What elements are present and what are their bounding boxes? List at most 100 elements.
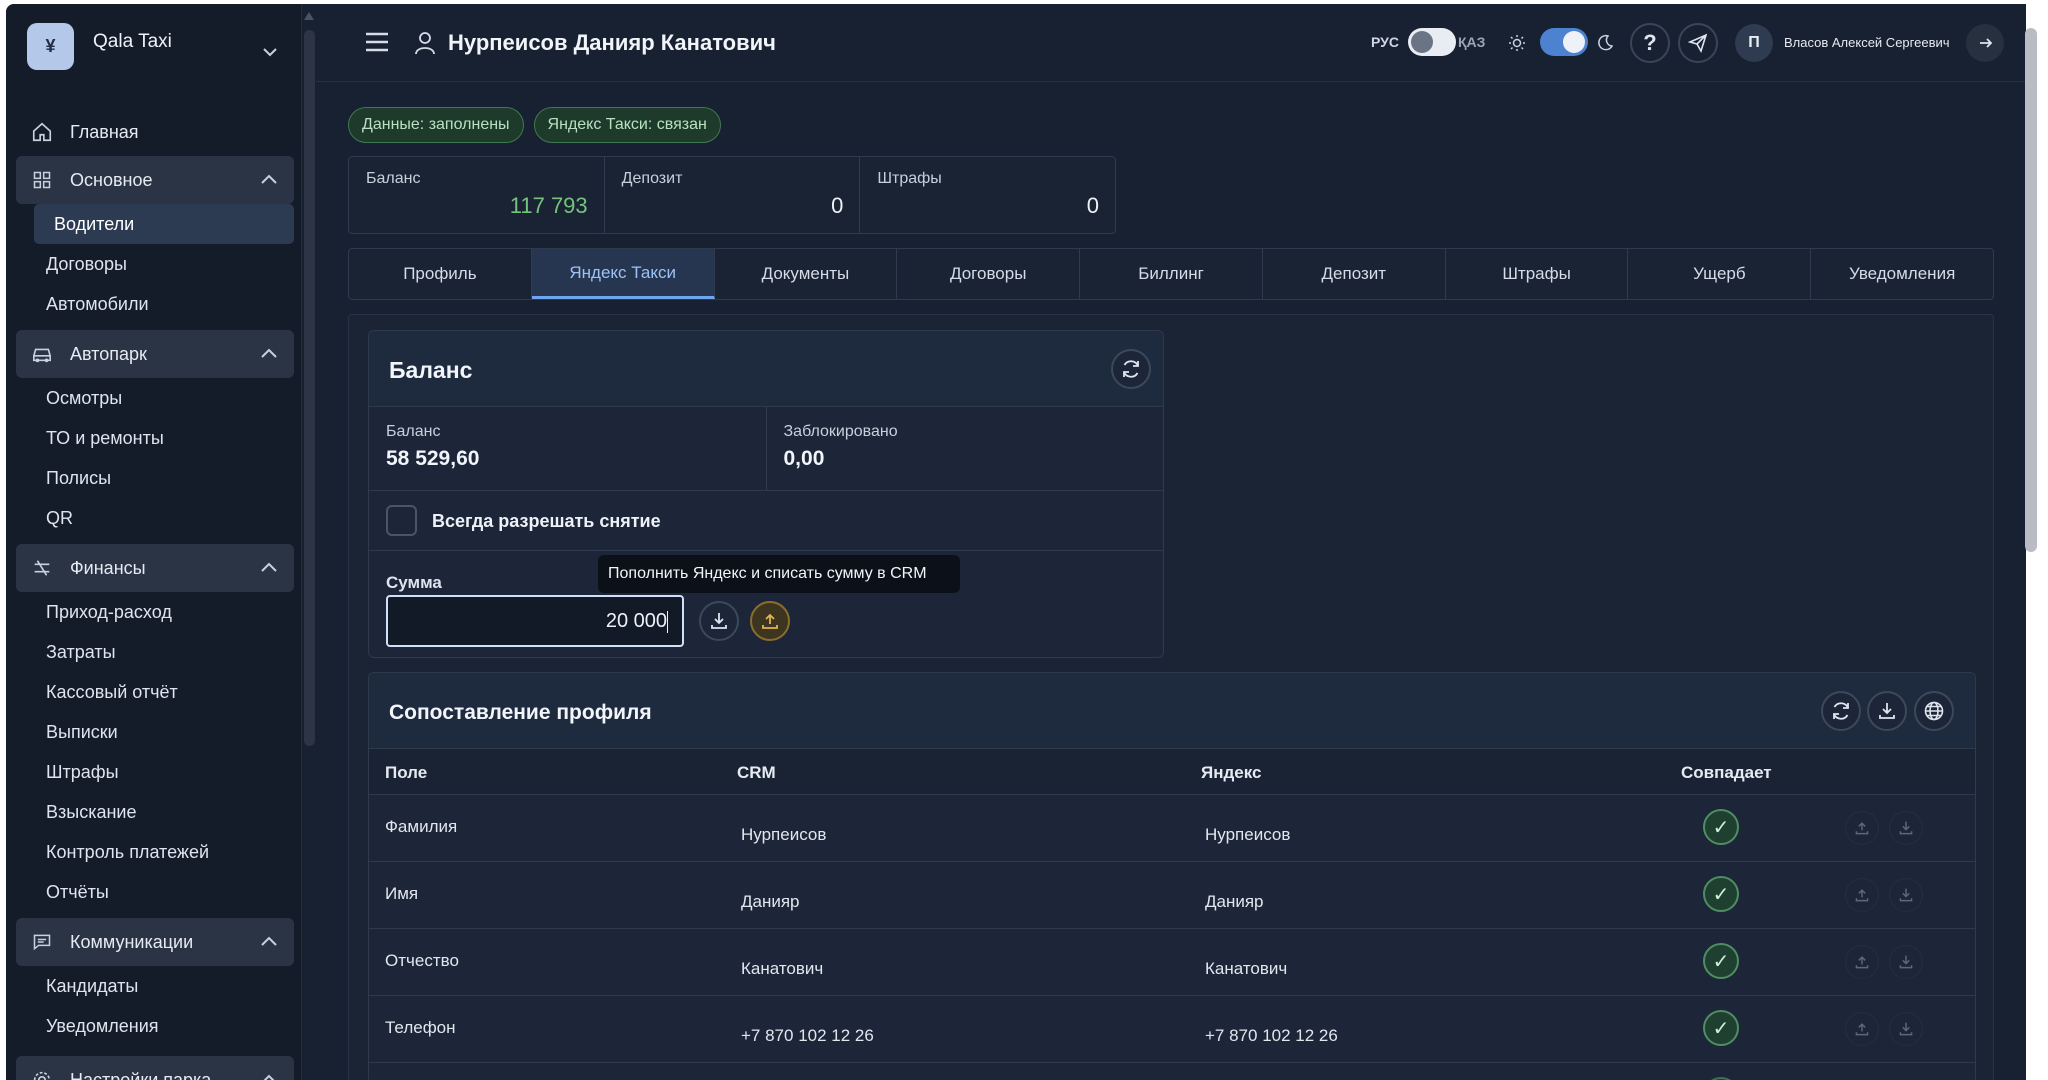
card-title: Баланс — [389, 357, 473, 383]
upload-icon — [762, 613, 778, 629]
sidebar-scrollbar[interactable] — [304, 30, 315, 746]
refresh-balance-button[interactable] — [1111, 349, 1151, 389]
send-icon — [1688, 33, 1708, 53]
sidebar-group-fleet[interactable]: Автопарк — [16, 330, 294, 378]
push-to-yandex-button[interactable] — [1845, 878, 1879, 912]
tab-deposit[interactable]: Депозит — [1263, 249, 1446, 299]
sidebar-group-finance[interactable]: Финансы — [16, 544, 294, 592]
balance-value: 58 529,60 — [386, 447, 480, 470]
cell-yandex: +7 870 102 12 26 — [1205, 1026, 1338, 1045]
sidebar-item-repairs[interactable]: ТО и ремонты — [16, 418, 294, 458]
tab-fines[interactable]: Штрафы — [1446, 249, 1629, 299]
sidebar-item-collection[interactable]: Взыскание — [16, 792, 294, 832]
allow-withdraw-row: Всегда разрешать снятие — [369, 491, 1163, 551]
pull-to-crm-button[interactable] — [1889, 1012, 1923, 1046]
push-to-yandex-button[interactable] — [1845, 945, 1879, 979]
card-header: Сопоставление профиля — [369, 673, 1975, 749]
sum-input-value: 20 000 — [605, 610, 667, 632]
column-header[interactable]: Совпадает — [1681, 763, 1772, 783]
withdraw-to-crm-button[interactable] — [699, 601, 739, 641]
menu-icon[interactable] — [364, 31, 390, 53]
sidebar-item-label: Главная — [70, 121, 139, 142]
allow-withdraw-checkbox[interactable] — [386, 505, 417, 536]
column-header[interactable]: Поле — [385, 763, 427, 783]
topup-yandex-button[interactable] — [750, 601, 790, 641]
logout-icon — [1980, 38, 1993, 48]
sidebar-item-qr[interactable]: QR — [16, 498, 294, 538]
stat-balance: Баланс 117 793 — [349, 157, 605, 233]
download-icon — [1899, 888, 1913, 902]
tab-billing[interactable]: Биллинг — [1080, 249, 1263, 299]
sidebar-group-communications[interactable]: Коммуникации — [16, 918, 294, 966]
tab-notifications[interactable]: Уведомления — [1811, 249, 1993, 299]
brand-switcher[interactable]: ¥ Qala Taxi — [27, 23, 302, 79]
sidebar-item-costs[interactable]: Затраты — [16, 632, 294, 672]
gear-icon — [30, 1068, 54, 1080]
logout-button[interactable] — [1966, 24, 2004, 62]
car-icon — [30, 342, 54, 366]
stat-deposit: Депозит 0 — [605, 157, 861, 233]
stat-value: 117 793 — [509, 193, 588, 218]
sidebar-group-main[interactable]: Основное — [16, 156, 294, 204]
moon-icon — [1598, 34, 1614, 51]
pull-to-crm-button[interactable] — [1889, 878, 1923, 912]
sidebar-item-statements[interactable]: Выписки — [16, 712, 294, 752]
sidebar-item-cars[interactable]: Автомобили — [16, 284, 294, 324]
push-to-yandex-button[interactable] — [1845, 1012, 1879, 1046]
download-icon — [1899, 1022, 1913, 1036]
sidebar-nav: Главная Основное Водители Договоры Автом… — [16, 108, 294, 1080]
sidebar-item-fines[interactable]: Штрафы — [16, 752, 294, 792]
upload-icon — [1855, 956, 1869, 969]
telegram-button[interactable] — [1678, 23, 1718, 63]
page-scrollbar[interactable] — [2025, 28, 2037, 552]
refresh-mapping-button[interactable] — [1821, 691, 1861, 731]
sidebar-item-label: Финансы — [70, 557, 146, 578]
download-mapping-button[interactable] — [1867, 691, 1907, 731]
sum-input[interactable]: 20 000 — [386, 595, 684, 647]
yandex-balance-card: Баланс Баланс 58 529,60 Заблокировано 0,… — [368, 330, 1164, 658]
avatar[interactable]: П — [1735, 24, 1773, 62]
help-button[interactable]: ? — [1630, 23, 1670, 63]
table-header: Поле CRM Яндекс Совпадает — [369, 749, 1975, 795]
sidebar-item-payment-control[interactable]: Контроль платежей — [16, 832, 294, 872]
stat-fines: Штрафы 0 — [860, 157, 1115, 233]
language-toggle[interactable] — [1408, 28, 1456, 56]
chevron-up-icon — [261, 936, 277, 946]
sidebar-item-policies[interactable]: Полисы — [16, 458, 294, 498]
sidebar-item-inspections[interactable]: Осмотры — [16, 378, 294, 418]
open-web-button[interactable] — [1914, 691, 1954, 731]
column-header[interactable]: CRM — [737, 763, 776, 783]
sidebar-item-notifications[interactable]: Уведомления — [16, 1006, 294, 1046]
allow-withdraw-label: Всегда разрешать снятие — [432, 511, 661, 531]
tab-profile[interactable]: Профиль — [349, 249, 532, 299]
sidebar-group-park-settings[interactable]: Настройки парка — [16, 1056, 294, 1080]
push-to-yandex-button[interactable] — [1845, 811, 1879, 845]
tab-yandex-taxi[interactable]: Яндекс Такси — [531, 249, 715, 299]
cell-field: Телефон — [385, 1018, 456, 1037]
balance-cell: Баланс 58 529,60 — [369, 407, 767, 490]
tab-contracts[interactable]: Договоры — [897, 249, 1081, 299]
status-badge-yandex: Яндекс Такси: связан — [533, 107, 721, 143]
column-header[interactable]: Яндекс — [1201, 763, 1261, 783]
sidebar-scroll-up-arrow[interactable] — [304, 12, 314, 20]
tab-documents[interactable]: Документы — [715, 249, 898, 299]
cell-crm: Нурпеисов — [741, 825, 827, 844]
sidebar-item-reports[interactable]: Отчёты — [16, 872, 294, 912]
sidebar-item-contracts[interactable]: Договоры — [16, 244, 294, 284]
sidebar-item-drivers[interactable]: Водители — [34, 204, 294, 244]
tab-damage[interactable]: Ущерб — [1628, 249, 1812, 299]
sidebar-item-income-expense[interactable]: Приход-расход — [16, 592, 294, 632]
sidebar-item-cash-report[interactable]: Кассовый отчёт — [16, 672, 294, 712]
pull-to-crm-button[interactable] — [1889, 811, 1923, 845]
theme-toggle[interactable] — [1540, 28, 1588, 56]
sidebar-item-home[interactable]: Главная — [16, 108, 294, 156]
sidebar-item-label: Автопарк — [70, 343, 147, 364]
sidebar-item-candidates[interactable]: Кандидаты — [16, 966, 294, 1006]
pull-to-crm-button[interactable] — [1889, 945, 1923, 979]
app-window: ¥ Qala Taxi Главная Основное Водители До… — [6, 4, 2026, 1080]
user-name[interactable]: Власов Алексей Сергеевич — [1784, 35, 1950, 50]
download-icon — [1899, 955, 1913, 969]
balance-label: Баланс — [386, 423, 441, 440]
table-row: Фамилия Нурпеисов Нурпеисов ✓ — [369, 795, 1975, 862]
cell-field: Отчество — [385, 951, 459, 970]
